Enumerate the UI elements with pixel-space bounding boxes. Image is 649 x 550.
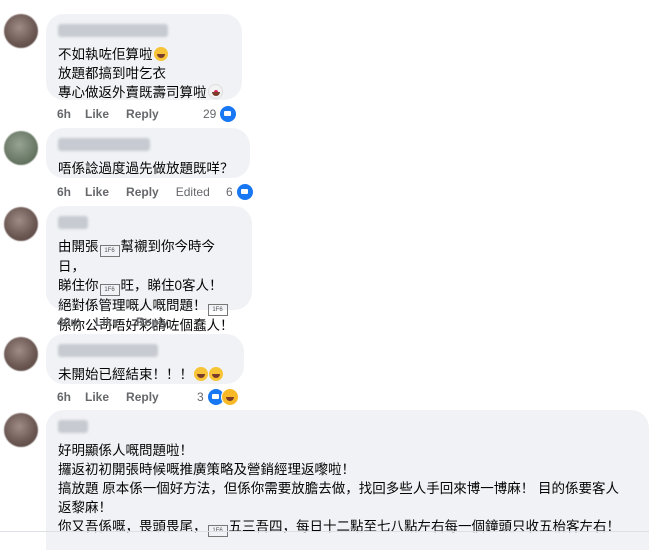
commenter-name[interactable] (58, 344, 158, 357)
timestamp[interactable]: 6h (57, 390, 71, 404)
laughing-emoji-icon (209, 367, 223, 381)
timestamp[interactable]: 6h (57, 185, 71, 199)
reaction-summary[interactable]: 3 (197, 388, 239, 406)
comment-actions: 40m Like Reply (57, 314, 186, 330)
comment-bubble: 由開張 1F6 幫襯到你今時今日， 睇住你 1F6 旺，睇住0客人！ 絕對係管理嘅人嘅問… (46, 206, 252, 333)
reaction-count: 29 (203, 107, 217, 121)
missing-glyph-icon: 1F6 (99, 245, 120, 257)
like-link[interactable]: Like (85, 185, 109, 199)
commenter-name[interactable] (58, 138, 150, 151)
comment-actions: 6h Like Reply Edited (57, 184, 227, 200)
reply-link[interactable]: Reply (126, 107, 159, 121)
missing-glyph-icon: 1F6 (207, 304, 228, 316)
like-link[interactable]: Like (85, 107, 109, 121)
commenter-name[interactable] (58, 24, 168, 37)
comment-bubble: 不如執咗佢算啦 放題都搞到咁乞衣 專心做返外賣既壽司算啦 (46, 14, 242, 100)
reply-link[interactable]: Reply (126, 185, 159, 199)
commenter-name[interactable] (58, 216, 88, 229)
avatar[interactable] (4, 337, 38, 371)
commenter-name[interactable] (58, 420, 88, 433)
comment-bubble: 唔係諗過度過先做放題既咩？ (46, 128, 250, 178)
reply-link[interactable]: Reply (136, 315, 169, 329)
timestamp[interactable]: 40m (57, 315, 81, 329)
missing-glyph-icon: 1F6 (99, 284, 120, 296)
divider (0, 531, 649, 532)
like-reaction-icon (219, 105, 238, 123)
avatar[interactable] (4, 207, 38, 241)
reaction-summary[interactable]: 6 (226, 183, 254, 201)
like-link[interactable]: Like (95, 315, 119, 329)
comment-text: 未開始已經結束！！！ (58, 365, 232, 384)
avatar[interactable] (4, 413, 38, 447)
comment-actions: 6h Like Reply (57, 106, 176, 122)
reply-link[interactable]: Reply (126, 390, 159, 404)
like-link[interactable]: Like (85, 390, 109, 404)
haha-reaction-icon (220, 388, 239, 406)
avatar[interactable] (4, 131, 38, 165)
edited-label: Edited (175, 185, 210, 199)
timestamp[interactable]: 6h (57, 107, 71, 121)
laughing-emoji-icon (194, 367, 208, 381)
comment-text: 好明顯係人嘅問題啦！ 攞返初初開張時候嘅推廣策略及營銷經理返嚟啦！ 搞放題 原本… (58, 441, 637, 537)
laughing-emoji-icon (153, 47, 168, 61)
comment-text: 不如執咗佢算啦 放題都搞到咁乞衣 專心做返外賣既壽司算啦 (58, 45, 230, 102)
like-reaction-icon (235, 183, 254, 201)
comment-bubble: 未開始已經結束！！！ (46, 334, 244, 384)
clown-emoji-icon (207, 84, 223, 99)
reaction-count: 6 (226, 185, 233, 199)
reaction-summary[interactable]: 29 (203, 105, 238, 123)
comment-actions: 6h Like Reply (57, 389, 176, 405)
avatar[interactable] (4, 14, 38, 48)
reaction-count: 3 (197, 390, 204, 404)
comment-bubble: 好明顯係人嘅問題啦！ 攞返初初開張時候嘅推廣策略及營銷經理返嚟啦！ 搞放題 原本… (46, 410, 649, 550)
comment-text: 唔係諗過度過先做放題既咩？ (58, 161, 234, 176)
